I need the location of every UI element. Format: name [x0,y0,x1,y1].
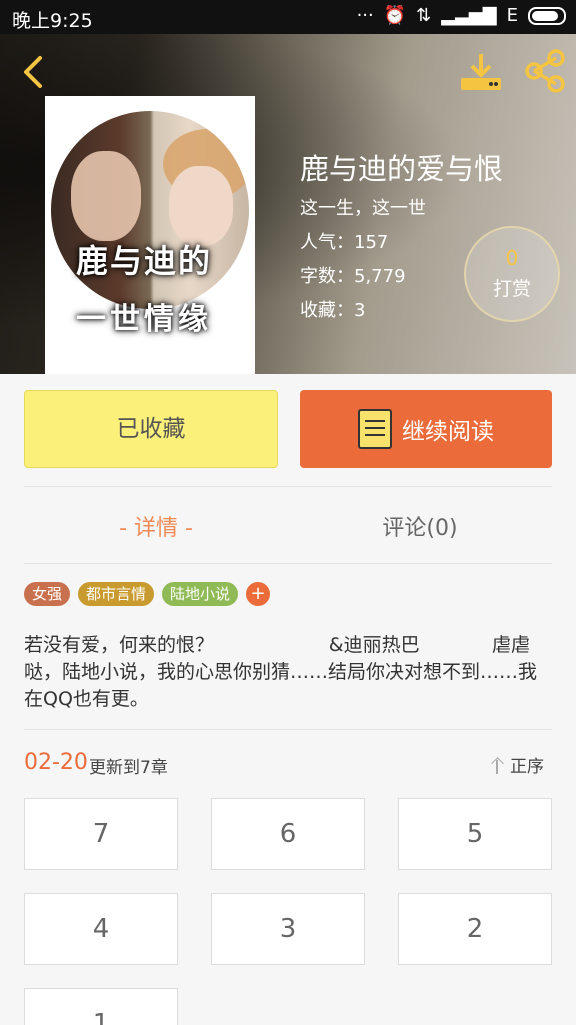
tab-detail[interactable]: - 详情 - [24,510,288,542]
book-intro: 这一生，这一世 [300,198,426,219]
chapter-item[interactable]: 4 [24,893,178,965]
reward-count: 0 [505,246,519,270]
tag-list: 女强 都市言情 陆地小说 + [24,582,271,606]
status-bar: 晚上9:25 ··· ⏰ ⇅ ▂▃▅▇ E [0,0,576,34]
book-title: 鹿与迪的爱与恨 [300,152,504,186]
update-text: 更新到7章 [89,758,168,778]
favorite-button[interactable]: 已收藏 [24,390,278,468]
sort-label: 正序 [510,757,544,777]
chapter-item[interactable]: 5 [398,798,552,870]
continue-reading-label: 继续阅读 [402,419,494,445]
divider [24,563,552,564]
update-date: 02-20 [24,750,88,775]
share-icon[interactable] [522,48,568,94]
tag-nvqiang[interactable]: 女强 [24,582,71,606]
more-dots-icon: ··· [356,5,374,26]
chapter-item[interactable]: 2 [398,893,552,965]
book-header: 鹿与迪的 一世情缘 鹿与迪的爱与恨 这一生，这一世 人气：157 字数：5,77… [0,34,576,374]
cover-title-line2: 一世情缘 [76,302,212,337]
cover-title-line1: 鹿与迪的 [75,242,212,280]
book-cover: 鹿与迪的 一世情缘 [45,96,255,374]
status-icons: ··· ⏰ ⇅ ▂▃▅▇ E [357,5,566,26]
alarm-icon: ⏰ [383,5,407,26]
tag-ludi-novel[interactable]: 陆地小说 [162,582,239,606]
reward-label: 打赏 [492,278,531,300]
book-description: 若没有爱，何来的恨？ &迪丽热巴 虐虐哒，陆地小说，我的心思你别猜……结局你决对… [24,634,538,710]
divider [24,729,552,730]
tab-comments[interactable]: 评论(0) [288,510,552,542]
tag-urban-romance[interactable]: 都市言情 [78,582,155,606]
chapter-item[interactable]: 7 [24,798,178,870]
back-icon[interactable] [14,52,54,92]
add-tag-button[interactable]: + [246,582,271,606]
status-time: 晚上9:25 [12,10,93,32]
chapter-item[interactable]: 3 [211,893,365,965]
sort-order-button[interactable]: 正序 [488,752,544,777]
book-popularity: 人气：157 [300,232,389,253]
divider [24,486,552,487]
download-icon[interactable] [458,48,504,94]
network-type: E [506,5,518,26]
continue-reading-button[interactable]: 继续阅读 [300,390,552,468]
data-transfer-icon: ⇅ [416,5,432,26]
battery-icon [528,6,566,25]
book-icon [358,409,392,449]
sort-arrow-icon [488,756,506,774]
book-favorites: 收藏：3 [300,300,366,321]
reward-button[interactable]: 0 打赏 [464,226,560,322]
chapter-item[interactable]: 1 [24,988,178,1025]
signal-icon: ▂▃▅▇ [441,5,497,26]
book-word-count: 字数：5,779 [300,266,406,287]
chapter-item[interactable]: 6 [211,798,365,870]
